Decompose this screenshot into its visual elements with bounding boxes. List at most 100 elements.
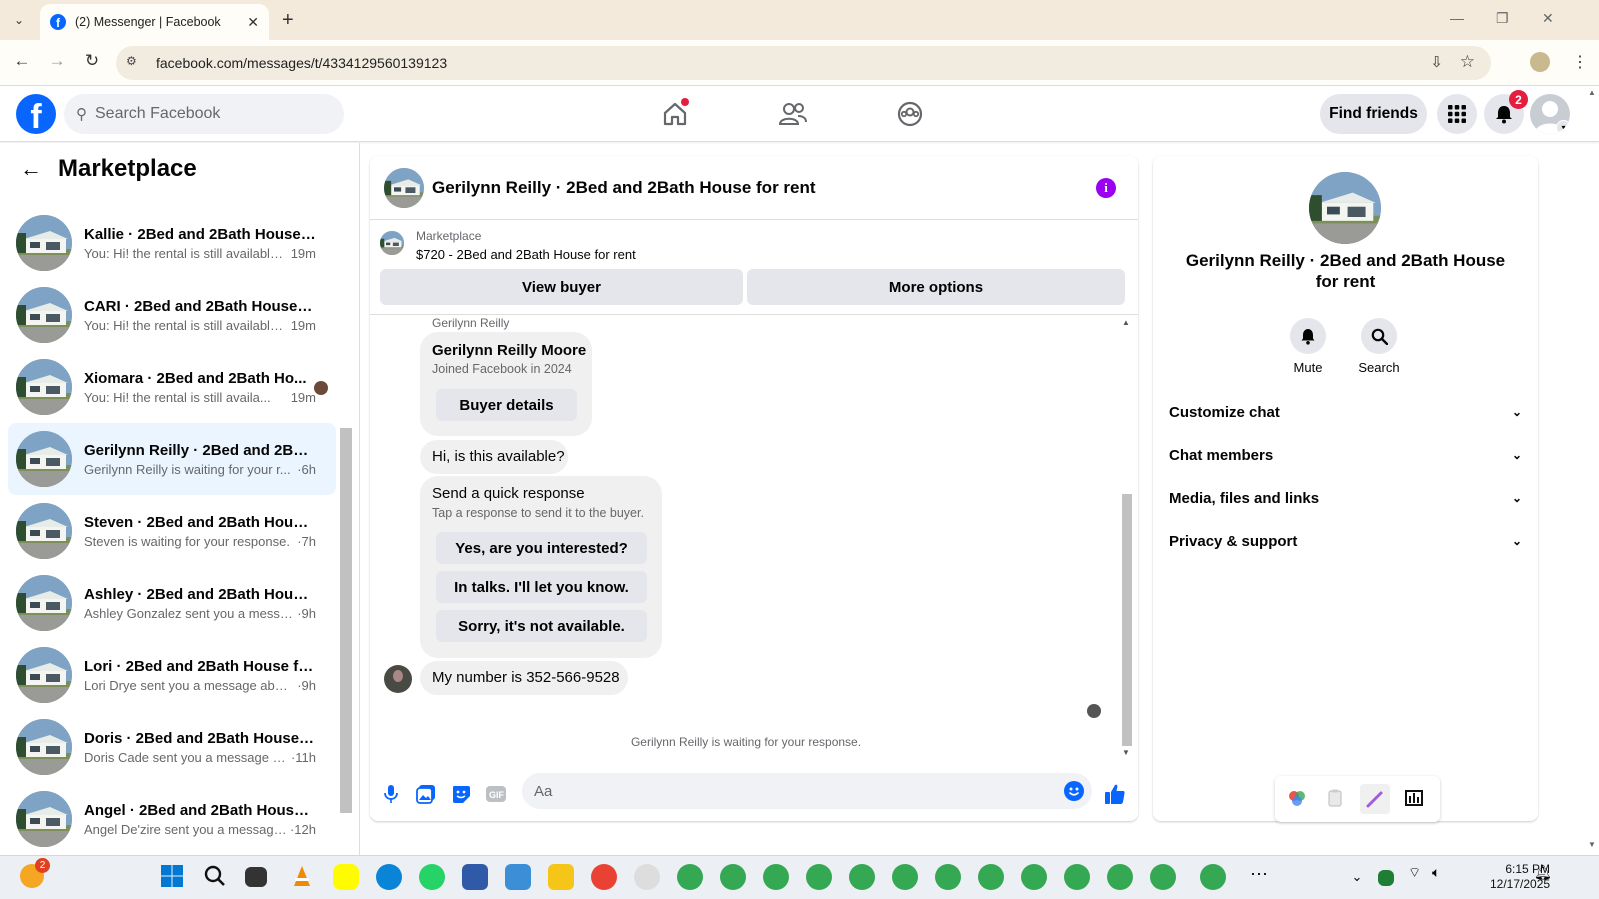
browser-tab[interactable]: f (2) Messenger | Facebook ✕ bbox=[40, 4, 269, 40]
forward-icon[interactable]: → bbox=[45, 51, 69, 71]
bell-icon[interactable] bbox=[1290, 318, 1326, 354]
wifi-icon[interactable]: ⌔ bbox=[1408, 864, 1434, 890]
conversation-item[interactable]: Ashley · 2Bed and 2Bath House ... Ashley … bbox=[8, 567, 336, 639]
close-window-icon[interactable]: ✕ bbox=[1542, 10, 1554, 27]
facebook-logo-icon[interactable]: f bbox=[16, 94, 56, 134]
notifications-bell-icon[interactable]: 2 bbox=[1484, 90, 1528, 134]
vlc-icon[interactable] bbox=[290, 864, 316, 890]
thumbs-up-icon[interactable] bbox=[1103, 782, 1127, 806]
chrome-icon[interactable] bbox=[1064, 864, 1090, 890]
snapchat-icon[interactable] bbox=[333, 864, 359, 890]
privacy-support-section[interactable]: Privacy & support ⌄ bbox=[1169, 521, 1522, 561]
reload-icon[interactable]: ↻ bbox=[80, 51, 104, 71]
app-icon[interactable] bbox=[505, 864, 531, 890]
chat-title[interactable]: Gerilynn Reilly · 2Bed and 2Bath House f… bbox=[432, 178, 816, 198]
new-tab-icon[interactable]: + bbox=[282, 9, 294, 32]
chrome-icon[interactable] bbox=[978, 864, 1004, 890]
conversation-item[interactable]: Angel · 2Bed and 2Bath House f... Angel D… bbox=[8, 783, 336, 855]
facebook-search-input[interactable] bbox=[95, 105, 315, 123]
microphone-icon[interactable] bbox=[379, 782, 403, 806]
photo-icon[interactable] bbox=[414, 782, 438, 806]
scroll-up-icon[interactable]: ▲ bbox=[1122, 318, 1130, 327]
chat-members-section[interactable]: Chat members ⌄ bbox=[1169, 435, 1522, 475]
chat-scrollbar-thumb[interactable] bbox=[1122, 494, 1132, 746]
site-info-icon[interactable]: ⚙ bbox=[126, 54, 144, 72]
page-scroll-up-icon[interactable]: ▲ bbox=[1588, 88, 1596, 97]
account-avatar[interactable]: ▾ bbox=[1530, 94, 1570, 134]
color-wheel-icon[interactable] bbox=[1288, 789, 1308, 809]
browser-profile-icon[interactable] bbox=[1530, 52, 1550, 72]
store-icon[interactable] bbox=[462, 864, 488, 890]
close-tab-icon[interactable]: ✕ bbox=[247, 14, 259, 31]
quick-reply-yes-button[interactable]: Yes, are you interested? bbox=[436, 532, 647, 564]
menu-grid-icon[interactable] bbox=[1437, 94, 1477, 134]
customize-chat-section[interactable]: Customize chat ⌄ bbox=[1169, 392, 1522, 432]
conversation-item[interactable]: Lori · 2Bed and 2Bath House for... Lori D… bbox=[8, 639, 336, 711]
file-explorer-icon[interactable] bbox=[548, 864, 574, 890]
page-scrollbar[interactable]: ▲ ▼ bbox=[1585, 86, 1599, 855]
listing-thumbnail[interactable] bbox=[384, 167, 424, 208]
chrome-icon[interactable] bbox=[1150, 864, 1176, 890]
url-text[interactable]: facebook.com/messages/t/4334129560139123 bbox=[156, 55, 447, 71]
conversation-item[interactable]: Xiomara · 2Bed and 2Bath Ho... You: Hi! t… bbox=[8, 351, 336, 423]
chrome-icon[interactable] bbox=[935, 864, 961, 890]
more-apps-icon[interactable]: ⋯ bbox=[1246, 864, 1272, 890]
home-icon[interactable] bbox=[657, 96, 693, 132]
message-input[interactable] bbox=[534, 782, 1034, 800]
emoji-icon[interactable] bbox=[1064, 781, 1084, 801]
page-scroll-down-icon[interactable]: ▼ bbox=[1588, 840, 1596, 849]
facebook-search[interactable]: ⚲ bbox=[64, 94, 344, 134]
info-icon[interactable]: i bbox=[1096, 178, 1116, 198]
quick-reply-talks-button[interactable]: In talks. I'll let you know. bbox=[436, 571, 647, 603]
chrome-icon[interactable] bbox=[1200, 864, 1226, 890]
chat-scrollbar[interactable]: ▲ ▼ bbox=[1120, 316, 1134, 761]
volume-icon[interactable]: 🔈︎ bbox=[1432, 864, 1458, 890]
tray-chevron-up-icon[interactable]: ⌄ bbox=[1344, 864, 1370, 890]
buyer-avatar[interactable] bbox=[384, 665, 412, 693]
minimize-icon[interactable]: — bbox=[1450, 10, 1464, 26]
chrome-icon[interactable] bbox=[677, 864, 703, 890]
sidebar-scrollbar-thumb[interactable] bbox=[340, 428, 352, 813]
view-buyer-button[interactable]: View buyer bbox=[380, 269, 743, 305]
restore-icon[interactable]: ❐ bbox=[1496, 10, 1509, 27]
back-arrow-icon[interactable]: ← bbox=[20, 156, 42, 182]
message-input-box[interactable] bbox=[522, 773, 1092, 809]
listing-title[interactable]: $720 - 2Bed and 2Bath House for rent bbox=[416, 247, 636, 262]
task-view-icon[interactable] bbox=[245, 867, 267, 887]
install-app-icon[interactable]: ⇩ bbox=[1430, 53, 1443, 71]
chrome-icon[interactable] bbox=[720, 864, 746, 890]
search-action[interactable]: Search bbox=[1349, 318, 1409, 375]
friends-icon[interactable] bbox=[775, 96, 811, 132]
browser-menu-icon[interactable]: ⋮ bbox=[1572, 52, 1588, 72]
taskbar-search-icon[interactable] bbox=[203, 864, 229, 890]
conversation-item[interactable]: CARI · 2Bed and 2Bath House fo... You: Hi… bbox=[8, 279, 336, 351]
conversation-item[interactable]: Kallie · 2Bed and 2Bath House f... You: H… bbox=[8, 207, 336, 279]
notifications-center-icon[interactable]: 🔔︎ bbox=[1534, 864, 1560, 890]
conversation-item[interactable]: Gerilynn Reilly · 2Bed and 2Bath... Geril… bbox=[8, 423, 336, 495]
conversation-item[interactable]: Doris · 2Bed and 2Bath House f... Doris C… bbox=[8, 711, 336, 783]
quick-reply-not-available-button[interactable]: Sorry, it's not available. bbox=[436, 610, 647, 642]
tab-search-button[interactable]: ⌄ bbox=[6, 8, 32, 32]
groups-icon[interactable] bbox=[892, 96, 928, 132]
chrome-icon[interactable] bbox=[591, 864, 617, 890]
sidebar-scrollbar[interactable] bbox=[340, 188, 352, 838]
pen-icon[interactable] bbox=[1360, 784, 1390, 814]
buyer-details-button[interactable]: Buyer details bbox=[436, 389, 577, 421]
weather-widget-icon[interactable]: 2 bbox=[20, 858, 50, 888]
back-icon[interactable]: ← bbox=[10, 51, 34, 71]
bar-chart-icon[interactable] bbox=[1405, 789, 1425, 809]
clipboard-icon[interactable] bbox=[1327, 789, 1347, 809]
conversation-item[interactable]: Steven · 2Bed and 2Bath House ... Steven … bbox=[8, 495, 336, 567]
media-files-section[interactable]: Media, files and links ⌄ bbox=[1169, 478, 1522, 518]
more-options-button[interactable]: More options bbox=[747, 269, 1125, 305]
scroll-down-icon[interactable]: ▼ bbox=[1122, 748, 1130, 757]
chrome-icon[interactable] bbox=[849, 864, 875, 890]
mute-action[interactable]: Mute bbox=[1278, 318, 1338, 375]
bookmark-star-icon[interactable]: ☆ bbox=[1460, 52, 1475, 72]
find-friends-button[interactable]: Find friends bbox=[1320, 94, 1427, 134]
sticker-icon[interactable] bbox=[449, 782, 473, 806]
address-bar[interactable]: ⚙ facebook.com/messages/t/43341295601391… bbox=[116, 46, 1491, 80]
chrome-icon[interactable] bbox=[1021, 864, 1047, 890]
chrome-icon[interactable] bbox=[1107, 864, 1133, 890]
chrome-profile-icon[interactable] bbox=[634, 864, 660, 890]
